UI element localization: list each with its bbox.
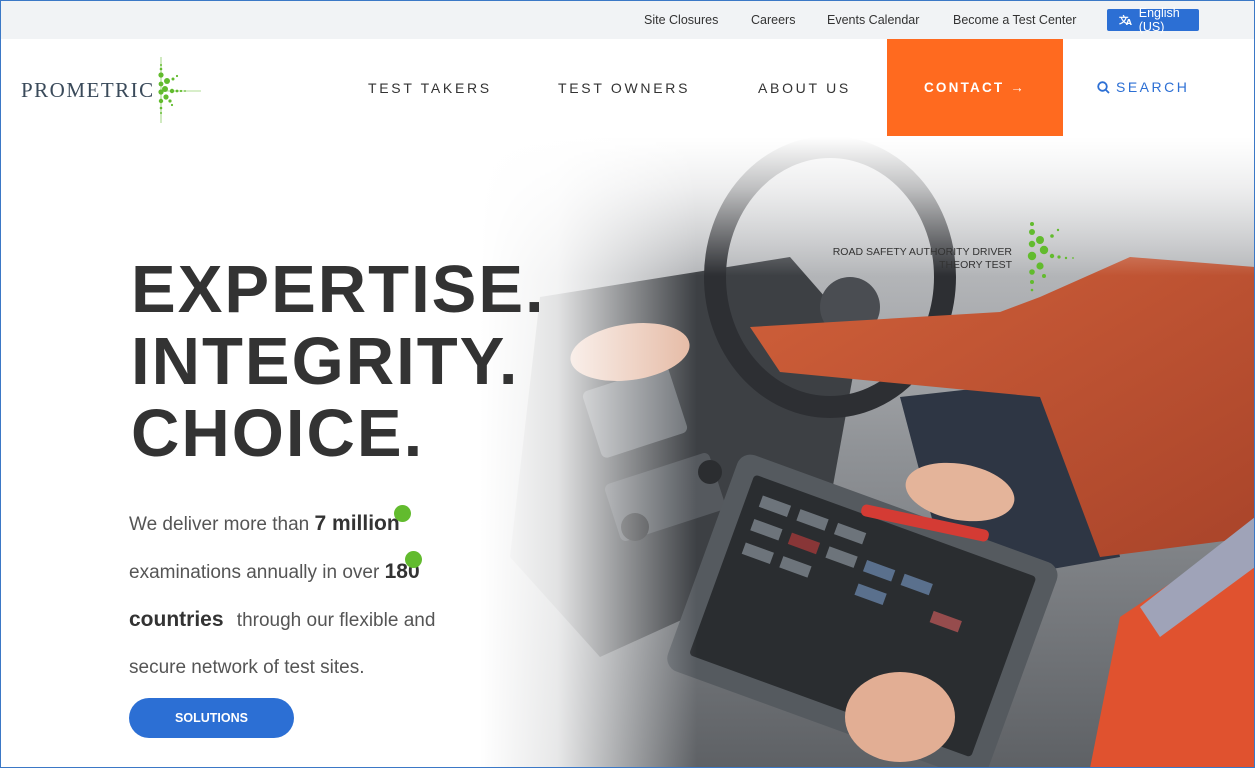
description-line-2: examinations annually in over 180 bbox=[129, 548, 509, 596]
description-line-4: secure network of test sites. bbox=[129, 657, 365, 678]
search-button[interactable]: SEARCH bbox=[1097, 79, 1189, 95]
description-text-1: We deliver more than bbox=[129, 514, 315, 535]
nav-test-takers[interactable]: TEST TAKERS bbox=[368, 80, 492, 96]
starburst-logo-icon bbox=[158, 57, 201, 123]
image-caption-line-2: THEORY TEST bbox=[939, 259, 1012, 271]
become-test-center-link[interactable]: Become a Test Center bbox=[953, 13, 1076, 27]
headline-line-expertise: EXPERTISE. bbox=[131, 252, 546, 327]
stat-7-million: 7 million bbox=[314, 505, 411, 535]
nav-about-us[interactable]: ABOUT US bbox=[758, 80, 851, 96]
careers-link[interactable]: Careers bbox=[751, 13, 795, 27]
events-calendar-link[interactable]: Events Calendar bbox=[827, 13, 919, 27]
site-closures-link[interactable]: Site Closures bbox=[644, 13, 718, 27]
description-line-3: countries through our flexible and bbox=[129, 596, 509, 644]
search-label: SEARCH bbox=[1116, 79, 1190, 95]
svg-text:A: A bbox=[1126, 18, 1132, 27]
hero-image bbox=[480, 137, 1255, 768]
description-text-2: examinations annually in over bbox=[129, 562, 385, 583]
language-label: English (US) bbox=[1138, 6, 1180, 34]
green-dot-icon bbox=[404, 551, 422, 568]
hero-headline: EXPERTISE. INTEGRITY. CHOICE. bbox=[131, 254, 546, 470]
nav-test-owners[interactable]: TEST OWNERS bbox=[558, 80, 690, 96]
utility-bar: Site Closures Careers Events Calendar Be… bbox=[0, 0, 1255, 39]
description-text-3: through our flexible and bbox=[231, 610, 436, 631]
contact-button[interactable]: CONTACT → bbox=[887, 39, 1063, 136]
hero-description: We deliver more than 7 million examinati… bbox=[129, 500, 509, 691]
description-line-1: We deliver more than 7 million bbox=[129, 500, 509, 548]
stat-7-million-text: 7 million bbox=[314, 512, 400, 535]
stat-180: 180 bbox=[385, 551, 422, 583]
prometric-logo[interactable]: PROMETRIC bbox=[21, 55, 203, 125]
solutions-button[interactable]: SOLUTIONS bbox=[129, 698, 294, 738]
headline-line-integrity: INTEGRITY. bbox=[131, 324, 520, 399]
search-icon bbox=[1097, 80, 1110, 94]
green-dot-icon bbox=[393, 505, 411, 522]
caption-starburst-icon bbox=[1027, 222, 1074, 292]
image-caption-line-1: ROAD SAFETY AUTHORITY DRIVER bbox=[832, 246, 1012, 258]
stat-countries: countries bbox=[129, 608, 224, 631]
main-header: PROMETRIC TEST TAKERS TEST OWNERS ABOUT … bbox=[0, 39, 1255, 137]
image-caption: ROAD SAFETY AUTHORITY DRIVER THEORY TEST bbox=[806, 246, 1012, 272]
logo-wordmark: PROMETRIC bbox=[21, 77, 155, 102]
translate-icon: 文 A bbox=[1119, 14, 1132, 27]
headline-line-choice: CHOICE. bbox=[131, 396, 425, 471]
language-selector[interactable]: 文 A English (US) bbox=[1107, 6, 1199, 34]
